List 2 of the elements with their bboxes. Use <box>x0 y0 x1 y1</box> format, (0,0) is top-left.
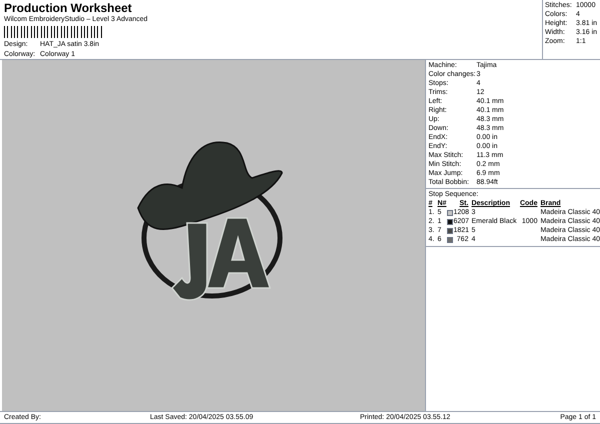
worksheet-title: Production Worksheet <box>4 1 133 15</box>
barcode-icon <box>4 26 104 38</box>
